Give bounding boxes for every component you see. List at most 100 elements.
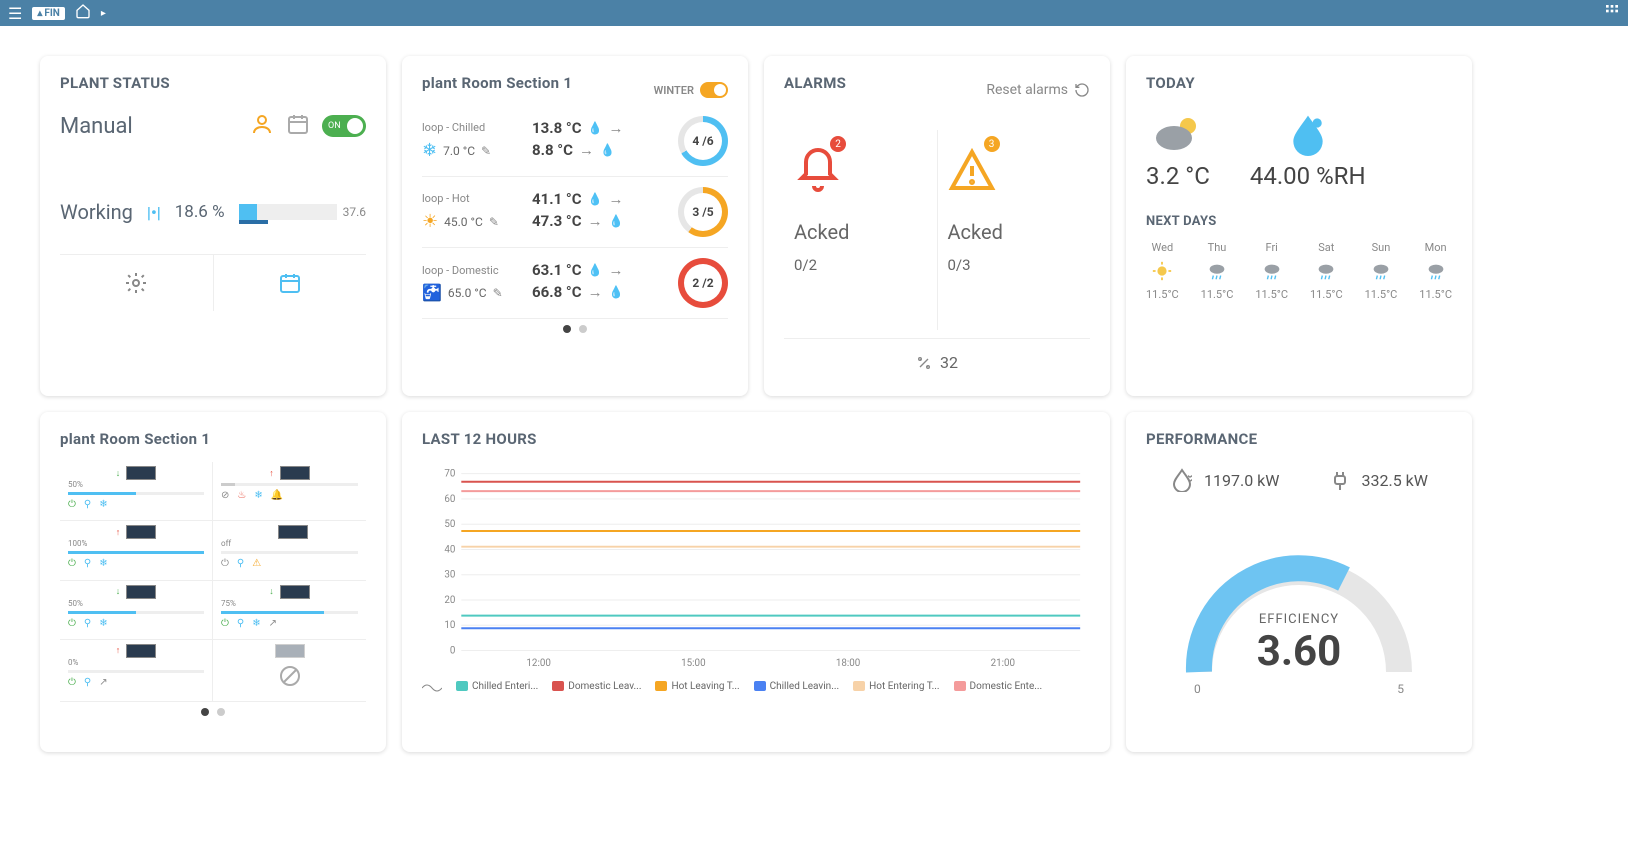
electric-kw: 332.5 kW xyxy=(1362,471,1428,490)
cloud-sun-icon xyxy=(1152,112,1204,156)
user-icon[interactable] xyxy=(250,112,274,140)
svg-text:10: 10 xyxy=(444,620,455,631)
pin-icon: ⚲ xyxy=(84,499,91,510)
efficiency-label: EFFICIENCY xyxy=(1146,612,1452,627)
plant-room-card: plant Room Section 1 WINTER loop - Chill… xyxy=(402,56,748,396)
loop-ring-domestic: 2 /2 xyxy=(678,258,728,308)
power-icon: ⏻ xyxy=(68,499,76,510)
efficiency-value: 3.60 xyxy=(1146,627,1452,676)
unit-cell[interactable]: ↓50%⏻⚲❄ xyxy=(60,462,213,521)
weather-card: TODAY 3.2 °C 44.00 %RH NEXT DAYS Wed11.5… xyxy=(1126,56,1472,396)
season-label: WINTER xyxy=(654,84,694,97)
performance-title: PERFORMANCE xyxy=(1146,430,1452,448)
svg-text:30: 30 xyxy=(444,570,455,581)
legend-item[interactable]: Hot Leaving T... xyxy=(655,681,739,692)
svg-text:0: 0 xyxy=(450,645,456,656)
power-icon: ⏻ xyxy=(68,618,76,629)
calendar-icon[interactable] xyxy=(286,112,310,140)
home-icon[interactable] xyxy=(75,3,91,23)
plant-room-title: plant Room Section 1 xyxy=(422,74,572,92)
units-page-dot-2[interactable] xyxy=(217,708,225,716)
forecast-day: Thu11.5°C xyxy=(1201,241,1234,301)
alarms-card: ALARMS Reset alarms 2 Acked 0/2 xyxy=(764,56,1110,396)
breadcrumb-chevron: ▸ xyxy=(101,8,106,19)
forecast-day: Wed11.5°C xyxy=(1146,241,1179,301)
legend-item[interactable]: Hot Entering T... xyxy=(853,681,939,692)
reset-alarms-button[interactable]: Reset alarms xyxy=(986,82,1090,98)
alarm-badge-critical: 2 xyxy=(830,136,846,152)
alarm-col-critical[interactable]: 2 Acked 0/2 xyxy=(784,130,938,330)
schedule-button[interactable] xyxy=(214,255,367,311)
unit-cell[interactable] xyxy=(213,640,366,702)
unit-cell[interactable]: ↑100%⏻⚲❄ xyxy=(60,521,213,580)
legend-item[interactable]: Domestic Ente... xyxy=(954,681,1043,692)
temp-value: 3.2 °C xyxy=(1146,162,1210,190)
svg-text:40: 40 xyxy=(444,544,455,555)
plant-status-title: PLANT STATUS xyxy=(60,74,366,92)
legend-item[interactable]: Chilled Leavin... xyxy=(754,681,840,692)
pin-icon: ⚲ xyxy=(84,618,91,629)
svg-text:60: 60 xyxy=(444,494,455,505)
unit-cell[interactable]: ↓75%⏻⚲❄↗ xyxy=(213,581,366,640)
forecast-day: Sat11.5°C xyxy=(1310,241,1343,301)
flame-icon: ♨ xyxy=(237,490,246,501)
loop-domestic[interactable]: loop - Domestic 🚰 65.0 °C ✎ 63.1 °C💧→ 66… xyxy=(422,248,728,319)
snow-icon: ❄ xyxy=(99,558,107,569)
alarms-title: ALARMS xyxy=(784,74,846,92)
alarms-tools[interactable]: 32 xyxy=(784,338,1090,372)
svg-text:20: 20 xyxy=(444,595,455,606)
equalizer-icon: |•| xyxy=(147,203,161,222)
gauge-max: 5 xyxy=(1397,682,1404,696)
line-chart[interactable]: 01020304050607012:0015:0018:0021:00 xyxy=(422,462,1090,672)
edit-setpoint[interactable]: ✎ xyxy=(481,144,491,158)
edit-setpoint[interactable]: ✎ xyxy=(493,286,503,300)
svg-text:12:00: 12:00 xyxy=(526,658,550,669)
working-max: 37.6 xyxy=(343,205,366,219)
unit-cell[interactable]: off⏻⚲⚠ xyxy=(213,521,366,580)
forecast-day: Fri11.5°C xyxy=(1255,241,1288,301)
units-page-dot-1[interactable] xyxy=(201,708,209,716)
forecast-day: Sun11.5°C xyxy=(1365,241,1398,301)
snow-icon: ❄ xyxy=(99,499,107,510)
unit-cell[interactable]: ↑⊘♨❄🔔 xyxy=(213,462,366,521)
svg-text:21:00: 21:00 xyxy=(991,658,1015,669)
svg-text:50: 50 xyxy=(444,519,455,530)
units-title: plant Room Section 1 xyxy=(60,430,366,448)
chart-card: LAST 12 HOURS 01020304050607012:0015:001… xyxy=(402,412,1110,752)
legend-wave-icon xyxy=(422,680,442,692)
next-days-label: NEXT DAYS xyxy=(1146,214,1452,229)
power-icon: ⏻ xyxy=(68,558,76,569)
thermal-kw: 1197.0 kW xyxy=(1204,471,1279,490)
loop-ring-chilled: 4 /6 xyxy=(678,116,728,166)
today-title: TODAY xyxy=(1146,74,1452,92)
power-toggle[interactable]: ON xyxy=(322,115,366,137)
page-dot-1[interactable] xyxy=(563,325,571,333)
snowflake-icon: ❄ xyxy=(422,140,437,161)
forecast-day: Mon11.5°C xyxy=(1419,241,1452,301)
rh-value: 44.00 %RH xyxy=(1250,162,1366,190)
sun-icon: ☀ xyxy=(422,211,438,232)
apps-grid-icon[interactable] xyxy=(1604,3,1620,23)
loop-ring-hot: 3 /5 xyxy=(678,187,728,237)
season-toggle[interactable] xyxy=(700,82,728,98)
alarm-badge-warning: 3 xyxy=(984,136,1000,152)
svg-text:70: 70 xyxy=(444,469,455,480)
snow-icon: ❄ xyxy=(99,618,107,629)
pin-icon: ⚲ xyxy=(84,558,91,569)
alarm-col-warning[interactable]: 3 Acked 0/3 xyxy=(938,130,1091,330)
hamburger-menu[interactable]: ☰ xyxy=(8,4,22,23)
warning-icon xyxy=(948,146,996,194)
edit-setpoint[interactable]: ✎ xyxy=(489,215,499,229)
legend-item[interactable]: Chilled Enteri... xyxy=(456,681,538,692)
unit-cell[interactable]: ↑0%⏻⚲↗ xyxy=(60,640,213,702)
page-dot-2[interactable] xyxy=(579,325,587,333)
legend-item[interactable]: Domestic Leav... xyxy=(552,681,641,692)
brand-logo: ▴FIN xyxy=(32,7,65,20)
loop-chilled[interactable]: loop - Chilled ❄ 7.0 °C ✎ 13.8 °C💧→ 8.8 … xyxy=(422,106,728,177)
tools-icon xyxy=(916,355,932,371)
working-percent: 18.6 % xyxy=(175,202,225,222)
loop-hot[interactable]: loop - Hot ☀ 45.0 °C ✎ 41.1 °C💧→ 47.3 °C… xyxy=(422,177,728,248)
gauge-min: 0 xyxy=(1194,682,1201,696)
unit-cell[interactable]: ↓50%⏻⚲❄ xyxy=(60,581,213,640)
settings-button[interactable] xyxy=(60,255,214,311)
